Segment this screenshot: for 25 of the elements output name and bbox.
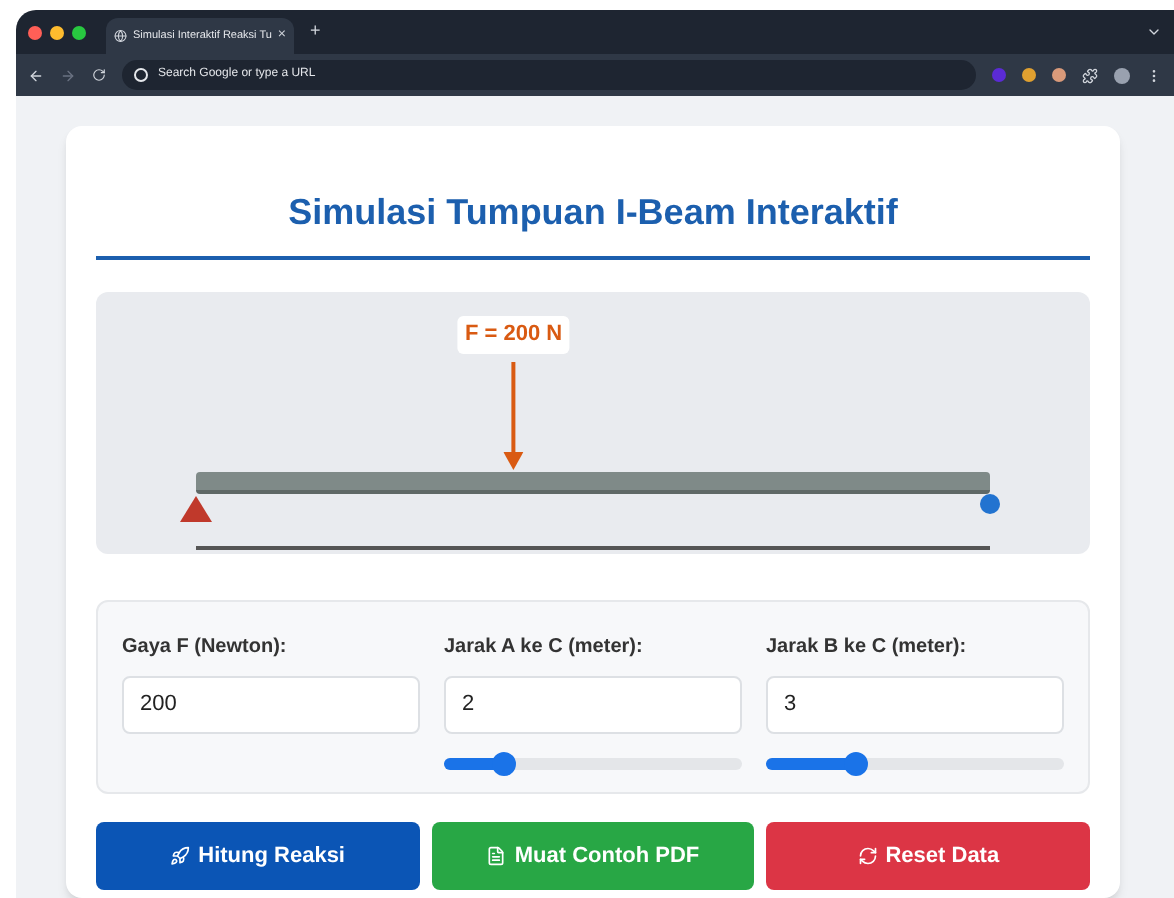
profile-icon[interactable] (1114, 67, 1130, 83)
tab-list-icon[interactable] (1146, 24, 1162, 40)
force-label: F = 200 N (457, 316, 571, 353)
field-label: Gaya F (Newton): (122, 634, 289, 662)
force-arrow (503, 361, 524, 469)
reload-icon[interactable] (92, 68, 106, 82)
globe-icon (114, 28, 128, 44)
distance-slider[interactable] (766, 758, 1064, 770)
field-label: Jarak B ke C (meter): (766, 634, 969, 662)
new-tab-button[interactable]: + (310, 18, 321, 46)
page-title: Simulasi Tumpuan I-Beam Interaktif (96, 186, 1090, 260)
refresh-icon (857, 846, 878, 866)
extensions-icon[interactable] (1082, 67, 1098, 83)
document-icon (486, 846, 507, 866)
input-field[interactable]: 2 (444, 676, 742, 734)
action-button[interactable]: Hitung Reaksi (96, 822, 420, 890)
back-icon[interactable] (28, 67, 44, 83)
pin-support-icon (180, 496, 212, 522)
input-field[interactable]: 200 (122, 676, 420, 734)
rocket-icon (170, 846, 191, 866)
distance-slider[interactable] (444, 758, 742, 770)
input-field[interactable]: 3 (766, 676, 1064, 734)
action-button[interactable]: Reset Data (766, 822, 1090, 890)
field-label: Jarak A ke C (meter): (444, 634, 645, 662)
roller-support-icon (980, 494, 1000, 514)
